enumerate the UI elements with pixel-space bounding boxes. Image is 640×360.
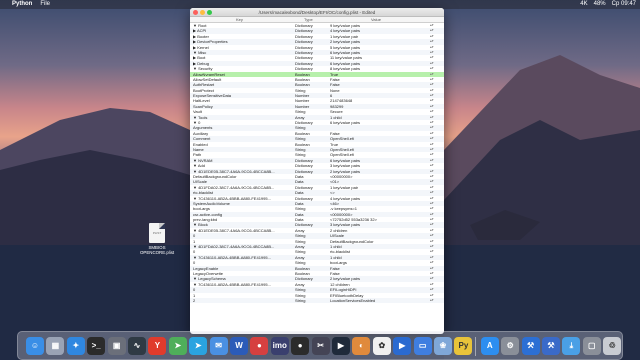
plist-file-icon: PLIST bbox=[149, 223, 165, 243]
plist-row[interactable]: 2 String LocationServicesEnabled ▴▾ bbox=[190, 297, 444, 304]
preview-icon[interactable]: ❀ bbox=[434, 337, 452, 355]
imovie-icon[interactable]: imo bbox=[270, 337, 289, 355]
telegram-icon[interactable]: ➤ bbox=[189, 337, 208, 355]
type-stepper-icon[interactable]: ▴▾ bbox=[430, 298, 438, 303]
terminal-icon[interactable]: >_ bbox=[87, 337, 106, 355]
utilities-icon[interactable]: ⚒ bbox=[542, 337, 560, 355]
photos-icon[interactable]: ✿ bbox=[372, 337, 391, 355]
file-menu[interactable]: File bbox=[40, 0, 50, 9]
status-indicator[interactable]: 4K bbox=[580, 0, 587, 9]
folder-icon[interactable]: ▢ bbox=[582, 337, 601, 355]
final-cut-icon[interactable]: ✂ bbox=[311, 337, 330, 355]
safari-icon[interactable]: ✦ bbox=[66, 337, 85, 355]
quicktime-icon[interactable]: ▶ bbox=[393, 337, 412, 355]
pixelmator-icon[interactable]: ◐ bbox=[352, 337, 371, 355]
finder-icon[interactable]: ☺ bbox=[26, 337, 44, 355]
dock: ☺ ▦ ✦ >_ ▣ ∿ Y ➤ ➤ ✉ W ● imo ● ✂ ▶ ◐ ✿ ▶ ▭ ❀ Py A ⚙ ⚒ ⚒ ⤓ ▢ ♲ bbox=[17, 331, 623, 360]
app-menu[interactable]: Python bbox=[12, 0, 32, 9]
launchpad-icon[interactable]: ▦ bbox=[46, 337, 65, 355]
activity-monitor-icon[interactable]: ∿ bbox=[128, 337, 146, 355]
record-icon[interactable]: ● bbox=[250, 337, 269, 355]
window-title: /Users/macalexbond/Desktop/EFI/OC/config… bbox=[258, 10, 376, 15]
downloads-folder-icon[interactable]: ⤓ bbox=[562, 337, 581, 355]
claquette-icon[interactable]: ▶ bbox=[332, 337, 350, 355]
battery-status[interactable]: 48% bbox=[594, 0, 606, 9]
menu-clock[interactable]: Cp 09:47 bbox=[612, 0, 636, 9]
row-value[interactable]: LocationServicesEnabled bbox=[330, 298, 425, 303]
maps-icon[interactable]: ➤ bbox=[168, 337, 187, 355]
yandex-browser-icon[interactable]: Y bbox=[148, 337, 167, 355]
plist-outline: ▼ Root Dictionary 9 key/value pairs ▴▾ ▶ AC… bbox=[190, 23, 444, 304]
plist-editor-window: /Users/macalexbond/Desktop/EFI/OC/config… bbox=[190, 8, 444, 334]
app-store-icon[interactable]: A bbox=[480, 337, 499, 355]
trash-icon[interactable]: ♲ bbox=[603, 337, 622, 355]
desktop-file-smbios-plist[interactable]: PLIST SMBIOS OPENCORE.plist bbox=[140, 223, 174, 255]
obs-icon[interactable]: ● bbox=[291, 337, 310, 355]
dock-separator bbox=[474, 337, 476, 356]
row-key[interactable]: 2 bbox=[193, 298, 289, 303]
word-icon[interactable]: W bbox=[230, 337, 248, 355]
mail-icon[interactable]: ✉ bbox=[209, 337, 228, 355]
keynote-icon[interactable]: ▭ bbox=[413, 337, 432, 355]
system-preferences-icon[interactable]: ⚙ bbox=[501, 337, 520, 355]
row-type[interactable]: String bbox=[295, 298, 327, 303]
python-launcher-icon[interactable]: Py bbox=[454, 337, 473, 355]
xcode-tools-icon[interactable]: ⚒ bbox=[521, 337, 540, 355]
screenshot-icon[interactable]: ▣ bbox=[107, 337, 126, 355]
file-name-line-2: OPENCORE.plist bbox=[140, 250, 175, 255]
window-titlebar[interactable]: /Users/macalexbond/Desktop/EFI/OC/config… bbox=[190, 8, 444, 17]
